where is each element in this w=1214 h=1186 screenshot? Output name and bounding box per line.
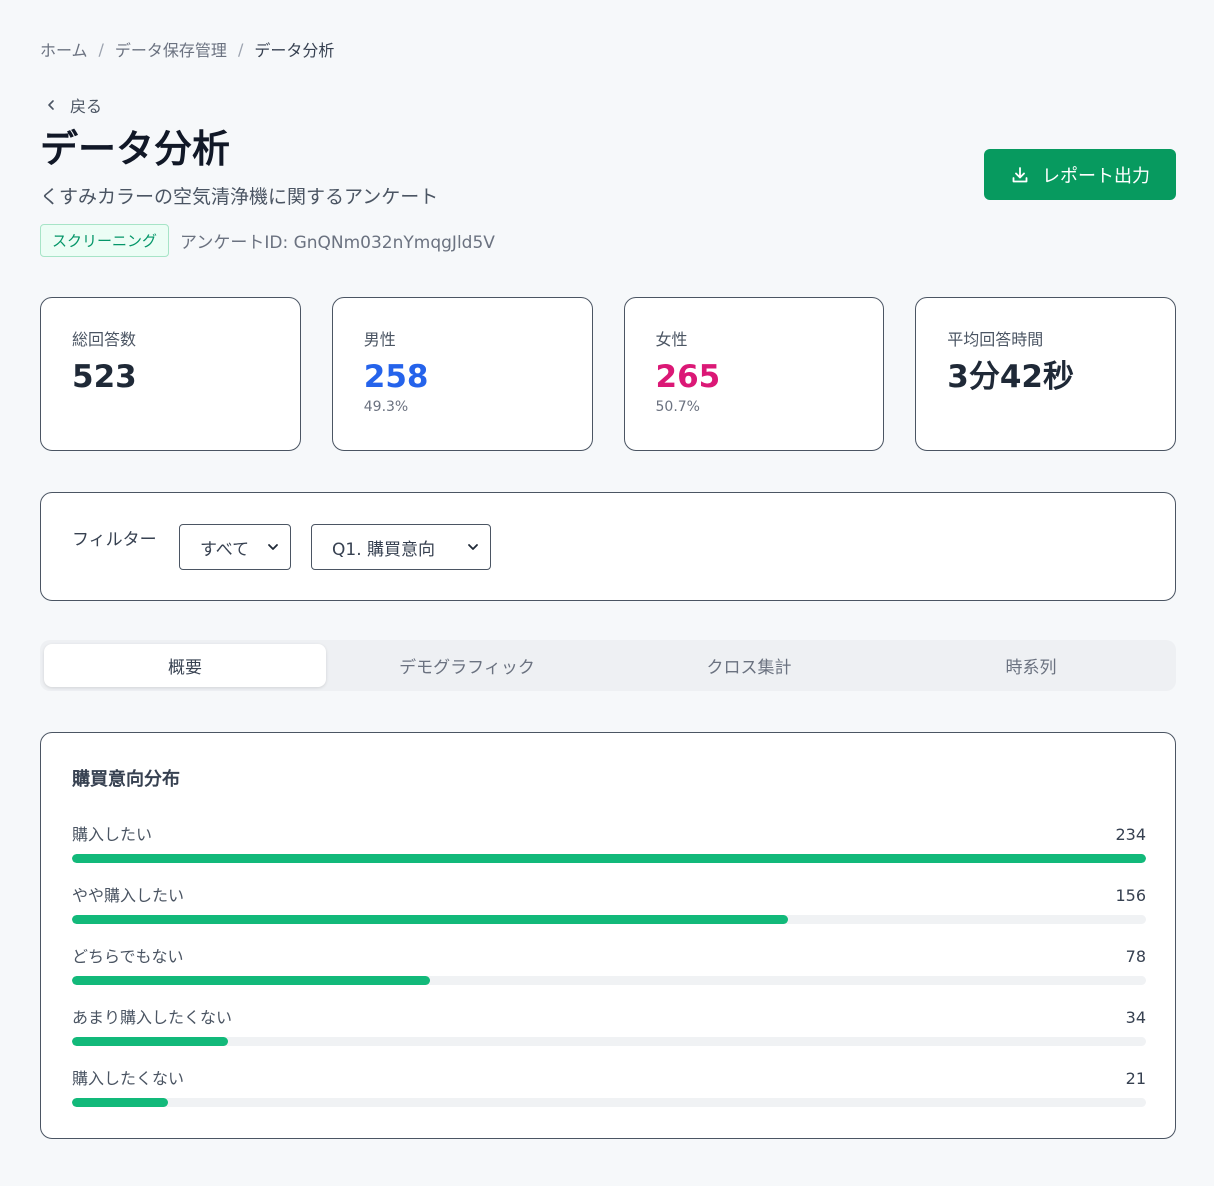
bar-category-label: 購入したい bbox=[72, 825, 153, 844]
chart-bar-row: どちらでもない 78 bbox=[72, 945, 1146, 1006]
breadcrumb: ホーム / データ保存管理 / データ分析 bbox=[40, 37, 335, 61]
stat-label: 平均回答時間 bbox=[947, 330, 1044, 349]
chevron-down-icon bbox=[466, 539, 480, 553]
breadcrumb-data-storage[interactable]: データ保存管理 bbox=[115, 37, 227, 61]
bar-fill bbox=[72, 1098, 169, 1107]
stat-label: 女性 bbox=[655, 330, 688, 349]
analysis-tabs: 概要 デモグラフィック クロス集計 時系列 bbox=[40, 640, 1176, 691]
question-select-value: Q1. 購買意向 bbox=[332, 539, 436, 560]
survey-id: アンケートID: GnQNm032nYmqgJld5V bbox=[180, 233, 495, 253]
chevron-down-icon bbox=[266, 539, 280, 553]
page-title: データ分析 bbox=[40, 127, 231, 171]
filter-panel: フィルター すべて Q1. 購買意向 bbox=[40, 492, 1176, 601]
bar-track bbox=[72, 976, 1146, 985]
bar-fill bbox=[72, 1037, 229, 1046]
bar-value-label: 234 bbox=[1115, 825, 1146, 844]
chart-bar-row: 購入したい 234 bbox=[72, 823, 1146, 884]
chart-title: 購買意向分布 bbox=[72, 769, 180, 790]
bar-value-label: 21 bbox=[1125, 1069, 1146, 1088]
chart-bar-row: 購入したくない 21 bbox=[72, 1067, 1146, 1128]
purchase-intent-chart: 購買意向分布 購入したい 234 やや購入したい 156 どちらでもない 78 あまり購入し… bbox=[40, 732, 1176, 1139]
stat-percentage: 49.3% bbox=[363, 399, 409, 415]
bar-fill bbox=[72, 854, 1146, 863]
segment-select[interactable]: すべて bbox=[179, 524, 291, 570]
bar-track bbox=[72, 1037, 1146, 1046]
tab-overview[interactable]: 概要 bbox=[44, 644, 326, 687]
breadcrumb-home[interactable]: ホーム bbox=[40, 37, 88, 61]
bar-category-label: 購入したくない bbox=[72, 1069, 185, 1088]
bar-value-label: 34 bbox=[1125, 1008, 1146, 1027]
stat-value: 258 bbox=[363, 359, 429, 395]
survey-title: くすみカラーの空気清浄機に関するアンケート bbox=[40, 186, 439, 208]
bar-category-label: やや購入したい bbox=[72, 886, 185, 905]
stats-row: 総回答数 523 男性 258 49.3% 女性 265 50.7% 平均回答時… bbox=[40, 297, 1176, 451]
analysis-page: ホーム / データ保存管理 / データ分析 戻る データ分析 くすみカラーの空気… bbox=[40, 0, 1176, 1186]
tab-time-series[interactable]: 時系列 bbox=[890, 644, 1172, 687]
breadcrumb-separator: / bbox=[98, 39, 104, 59]
back-link[interactable]: 戻る bbox=[40, 94, 102, 116]
stat-card-total: 総回答数 523 bbox=[40, 297, 301, 451]
bar-track bbox=[72, 1098, 1146, 1107]
stat-value: 3分42秒 bbox=[947, 359, 1074, 395]
download-icon bbox=[1010, 165, 1030, 185]
stat-label: 男性 bbox=[363, 330, 396, 349]
chart-bar-row: あまり購入したくない 34 bbox=[72, 1006, 1146, 1067]
stat-value: 265 bbox=[655, 359, 721, 395]
survey-type-badge: スクリーニング bbox=[40, 224, 170, 257]
tab-demographics[interactable]: デモグラフィック bbox=[326, 644, 608, 687]
stat-card-avg-time: 平均回答時間 3分42秒 bbox=[915, 297, 1176, 451]
export-label: レポート出力 bbox=[1042, 165, 1150, 187]
bar-value-label: 156 bbox=[1115, 886, 1146, 905]
stat-label: 総回答数 bbox=[72, 330, 137, 349]
bar-track bbox=[72, 915, 1146, 924]
chart-bar-row: やや購入したい 156 bbox=[72, 884, 1146, 945]
export-report-button[interactable]: レポート出力 bbox=[984, 149, 1176, 200]
stat-card-male: 男性 258 49.3% bbox=[331, 297, 593, 451]
chevron-left-icon bbox=[40, 94, 62, 116]
filter-label: フィルター bbox=[72, 530, 157, 550]
breadcrumb-separator: / bbox=[237, 39, 244, 59]
survey-meta: スクリーニング アンケートID: GnQNm032nYmqgJld5V bbox=[40, 224, 495, 257]
back-label: 戻る bbox=[70, 97, 103, 116]
stat-percentage: 50.7% bbox=[655, 399, 700, 415]
segment-select-value: すべて bbox=[200, 539, 250, 560]
bar-fill bbox=[72, 976, 430, 985]
bar-category-label: どちらでもない bbox=[72, 947, 184, 966]
question-select[interactable]: Q1. 購買意向 bbox=[311, 524, 491, 570]
stat-card-female: 女性 265 50.7% bbox=[623, 297, 885, 451]
bar-track bbox=[72, 854, 1146, 863]
bar-fill bbox=[72, 915, 788, 924]
tab-cross-tabulation[interactable]: クロス集計 bbox=[608, 644, 890, 687]
bar-value-label: 78 bbox=[1125, 947, 1146, 966]
stat-value: 523 bbox=[72, 359, 137, 395]
chart-rows: 購入したい 234 やや購入したい 156 どちらでもない 78 あまり購入したくない 34 購… bbox=[72, 823, 1146, 1128]
bar-category-label: あまり購入したくない bbox=[72, 1008, 233, 1027]
breadcrumb-current: データ分析 bbox=[254, 41, 335, 60]
